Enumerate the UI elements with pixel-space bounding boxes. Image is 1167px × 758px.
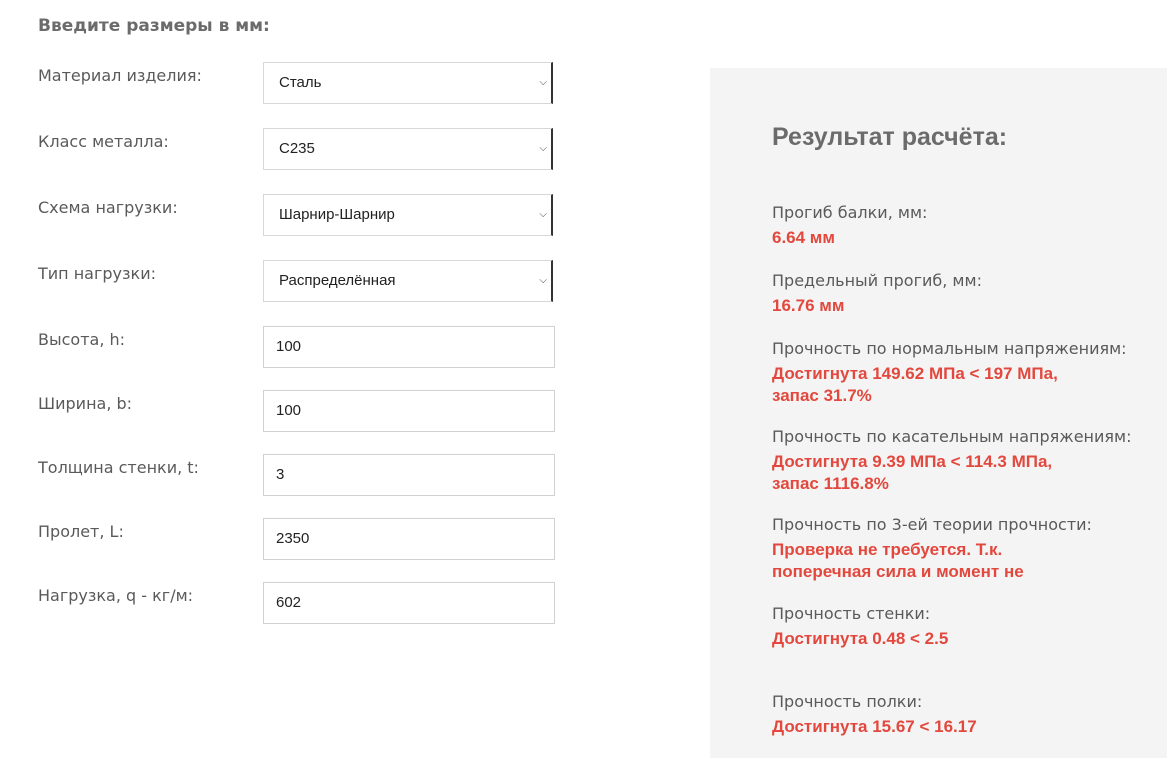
results-title: Результат расчёта: [772,123,1008,151]
wall-thickness-input[interactable]: 3 [263,454,555,496]
span-label: Пролет, L: [38,522,124,541]
form-heading: Введите размеры в мм: [38,16,270,36]
result-label: Прогиб балки, мм: [772,203,928,222]
result-shear-stress: Прочность по касательным напряжениям: До… [772,425,1152,495]
material-select-value: Сталь [279,74,322,91]
material-label: Материал изделия: [38,66,202,85]
load-input[interactable]: 602 [263,582,555,624]
height-label: Высота, h: [38,330,126,349]
width-input[interactable]: 100 [263,390,555,432]
result-label: Предельный прогиб, мм: [772,271,982,290]
result-value: Проверка не требуется. Т.к. поперечная с… [772,540,1024,581]
result-label: Прочность стенки: [772,604,931,623]
span-input[interactable]: 2350 [263,518,555,560]
metal-class-select[interactable]: С235 ⌵ [263,128,553,170]
metal-class-label: Класс металла: [38,132,169,151]
result-label: Прочность по касательным напряжениям: [772,427,1132,446]
load-scheme-select-value: Шарнир-Шарнир [279,206,395,223]
result-value: Достигнута 9.39 МПа < 114.3 МПа, запас 1… [772,452,1053,493]
result-value: Достигнута 0.48 < 2.5 [772,629,949,648]
result-limit-deflection: Предельный прогиб, мм: 16.76 мм [772,269,1152,317]
result-value: Достигнута 149.62 МПа < 197 МПа, запас 3… [772,364,1058,405]
results-panel: Результат расчёта: Прогиб балки, мм: 6.6… [710,68,1167,758]
result-normal-stress: Прочность по нормальным напряжениям: Дос… [772,337,1152,407]
load-type-select-value: Распределённая [279,272,396,289]
wall-thickness-label: Толщина стенки, t: [38,458,199,477]
result-label: Прочность полки: [772,692,923,711]
material-select[interactable]: Сталь ⌵ [263,62,553,104]
result-label: Прочность по нормальным напряжениям: [772,339,1127,358]
result-value: Достигнута 15.67 < 16.17 [772,717,977,736]
result-third-theory: Прочность по 3-ей теории прочности: Пров… [772,513,1152,583]
result-wall-strength: Прочность стенки: Достигнута 0.48 < 2.5 [772,602,1152,650]
load-scheme-select[interactable]: Шарнир-Шарнир ⌵ [263,194,553,236]
result-deflection: Прогиб балки, мм: 6.64 мм [772,201,1152,249]
chevron-down-icon: ⌵ [539,209,547,220]
result-value: 6.64 мм [772,228,835,247]
load-scheme-label: Схема нагрузки: [38,198,178,217]
result-value: 16.76 мм [772,296,845,315]
load-label: Нагрузка, q - кг/м: [38,586,194,605]
result-flange-strength: Прочность полки: Достигнута 15.67 < 16.1… [772,690,1152,738]
chevron-down-icon: ⌵ [539,77,547,88]
chevron-down-icon: ⌵ [539,275,547,286]
metal-class-select-value: С235 [279,140,315,157]
load-type-select[interactable]: Распределённая ⌵ [263,260,553,302]
result-label: Прочность по 3-ей теории прочности: [772,515,1092,534]
width-label: Ширина, b: [38,394,133,413]
chevron-down-icon: ⌵ [539,143,547,154]
load-type-label: Тип нагрузки: [38,264,156,283]
height-input[interactable]: 100 [263,326,555,368]
